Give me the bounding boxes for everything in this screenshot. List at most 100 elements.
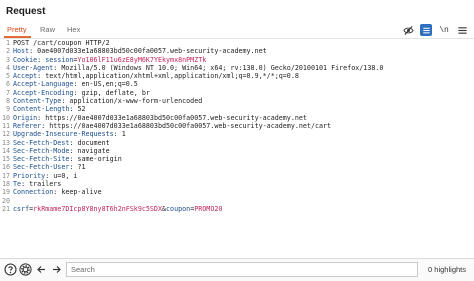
header-value: text/html,application/xhtml+xml,applicat…: [45, 72, 299, 81]
cookie-name: session: [45, 55, 74, 64]
header-line: 19 Connection: keep-alive: [1, 188, 102, 197]
param-name-csrf: csrf: [13, 204, 30, 213]
header-name: Sec-Fetch-Mode: [13, 146, 70, 155]
header-value: 0ae4007d033e1a68803bd50c00fa0057.web-sec…: [37, 47, 267, 56]
header-line: 8 Content-Type: application/x-www-form-ur…: [0, 97, 474, 105]
header-line: 14 Sec-Fetch-Mode: navigate: [1, 146, 110, 155]
header-value: 1: [121, 130, 126, 139]
header-line: 15 Sec-Fetch-Site: same-origin: [1, 155, 122, 164]
param-value-csrf: rkRmame7DIcp8Y8ny8T6h2nFSk9c5SDX: [33, 204, 162, 213]
header-value: https://0ae4007d033e1a68803bd50c00fa0057…: [49, 121, 332, 130]
editor-toolbar: \n: [402, 24, 468, 36]
header-name: Accept-Encoding: [13, 88, 74, 97]
header-value: gzip, deflate, br: [81, 88, 150, 97]
header-value: keep-alive: [61, 188, 102, 197]
header-name: Sec-Fetch-User: [13, 163, 70, 172]
line-number: 19: [1, 188, 10, 197]
header-value: same-origin: [77, 155, 122, 164]
line-number: 18: [1, 180, 10, 189]
line-number: 5: [5, 72, 10, 81]
header-line: 6 Accept-Language: en-US,en;q=0.5: [0, 80, 474, 88]
header-name: User-Agent: [13, 63, 54, 72]
header-name: Priority: [13, 171, 46, 180]
request-editor[interactable]: 1 POST /cart/coupon HTTP/2 2 Host: 0ae4007…: [0, 39, 474, 258]
line-number: 11: [1, 121, 10, 130]
request-start-line: POST /cart/coupon HTTP/2: [13, 39, 110, 47]
newline-toggle-button[interactable]: \n: [438, 24, 450, 36]
header-value: 52: [77, 105, 86, 114]
header-name: Te: [13, 180, 22, 189]
header-name: Referer: [13, 121, 42, 130]
header-value: https://0ae4007d033e1a68803bd50c00fa0057…: [45, 113, 307, 122]
header-name: Sec-Fetch-Site: [13, 155, 70, 164]
header-value: u=0, i: [53, 171, 78, 180]
header-name: Accept-Language: [13, 80, 74, 89]
header-line: 17 Priority: u=0, i: [1, 171, 78, 180]
tab-hex[interactable]: Hex: [67, 23, 80, 36]
header-line: 2 Host: 0ae4007d033e1a68803bd50c00fa0057.…: [0, 47, 474, 55]
cookie-value: Yo106lF11u6zE8yM6K7YEkymx8nPMZTk: [77, 55, 207, 64]
param-name-coupon: coupon: [166, 204, 191, 213]
header-line: 12 Upgrade-Insecure-Requests: 1: [1, 130, 126, 139]
header-name: Sec-Fetch-Dest: [13, 138, 70, 147]
blank-line: 20: [0, 197, 474, 205]
line-number: 3: [5, 55, 10, 64]
arrow-left-icon[interactable]: [35, 263, 48, 276]
header-line: 7 Accept-Encoding: gzip, deflate, br: [0, 89, 474, 97]
header-value: application/x-www-form-urlencoded: [69, 97, 203, 106]
header-value: navigate: [77, 146, 110, 155]
request-line: 1 POST /cart/coupon HTTP/2: [0, 39, 474, 47]
body-line: 21 csrf = rkRmame7DIcp8Y8ny8T6h2nFSk9c5SDX &…: [1, 204, 223, 213]
header-value: en-US,en;q=0.5: [81, 80, 138, 89]
header-name: Cookie: [13, 55, 38, 64]
header-name: Content-Length: [13, 105, 70, 114]
line-number: 10: [1, 113, 10, 122]
tab-pretty[interactable]: Pretty: [7, 23, 27, 36]
header-line: 18 Te: trailers: [1, 180, 62, 189]
hamburger-icon[interactable]: [456, 24, 468, 36]
header-line: 11 Referer: https://0ae4007d033e1a68803bd…: [1, 121, 332, 130]
line-number: 14: [1, 146, 10, 155]
header-value: document: [77, 138, 110, 147]
param-value-coupon: PROMO20: [194, 204, 223, 213]
list-icon[interactable]: [420, 24, 432, 36]
line-number: 12: [1, 130, 10, 139]
line-number: 13: [1, 138, 10, 147]
line-number: 20: [1, 196, 10, 205]
line-number: 17: [1, 171, 10, 180]
header-line: 16 Sec-Fetch-User: ?1: [1, 163, 86, 172]
line-number: 6: [5, 80, 10, 89]
line-number: 16: [1, 163, 10, 172]
line-number: 9: [5, 105, 10, 114]
header-line: 5 Accept: text/html,application/xhtml+xml…: [0, 72, 474, 80]
request-panel-title: Request: [6, 6, 46, 17]
tab-raw[interactable]: Raw: [40, 23, 55, 36]
header-line: 4 User-Agent: Mozilla/5.0 (Windows NT 10.…: [0, 64, 474, 72]
line-number: 1: [5, 39, 10, 47]
settings-gear-icon[interactable]: [19, 263, 32, 276]
header-value: Mozilla/5.0 (Windows NT 10.0; Win64; x64…: [61, 63, 384, 72]
help-icon[interactable]: [4, 263, 17, 276]
header-name: Upgrade-Insecure-Requests: [13, 130, 114, 139]
header-name: Content-Type: [13, 97, 62, 106]
arrow-right-icon[interactable]: [50, 263, 63, 276]
header-line: 10 Origin: https://0ae4007d033e1a68803bd5…: [1, 113, 307, 122]
highlights-count: 0 highlights: [428, 265, 466, 274]
line-number: 4: [5, 63, 10, 72]
line-number: 7: [5, 88, 10, 97]
header-name: Origin: [13, 113, 38, 122]
header-line: 13 Sec-Fetch-Dest: document: [1, 138, 110, 147]
line-number: 15: [1, 155, 10, 164]
eye-slash-icon[interactable]: [402, 24, 414, 36]
header-value: ?1: [77, 163, 86, 172]
line-number: 2: [5, 47, 10, 56]
line-number: 21: [1, 204, 10, 213]
line-number: 8: [5, 97, 10, 106]
header-name: Host: [13, 47, 30, 56]
status-bar: 0 highlights: [0, 258, 474, 281]
search-input[interactable]: [66, 262, 418, 277]
header-value: trailers: [29, 180, 62, 189]
header-name: Accept: [13, 72, 38, 81]
header-name: Connection: [13, 188, 54, 197]
header-line: 9 Content-Length: 52: [0, 105, 474, 113]
